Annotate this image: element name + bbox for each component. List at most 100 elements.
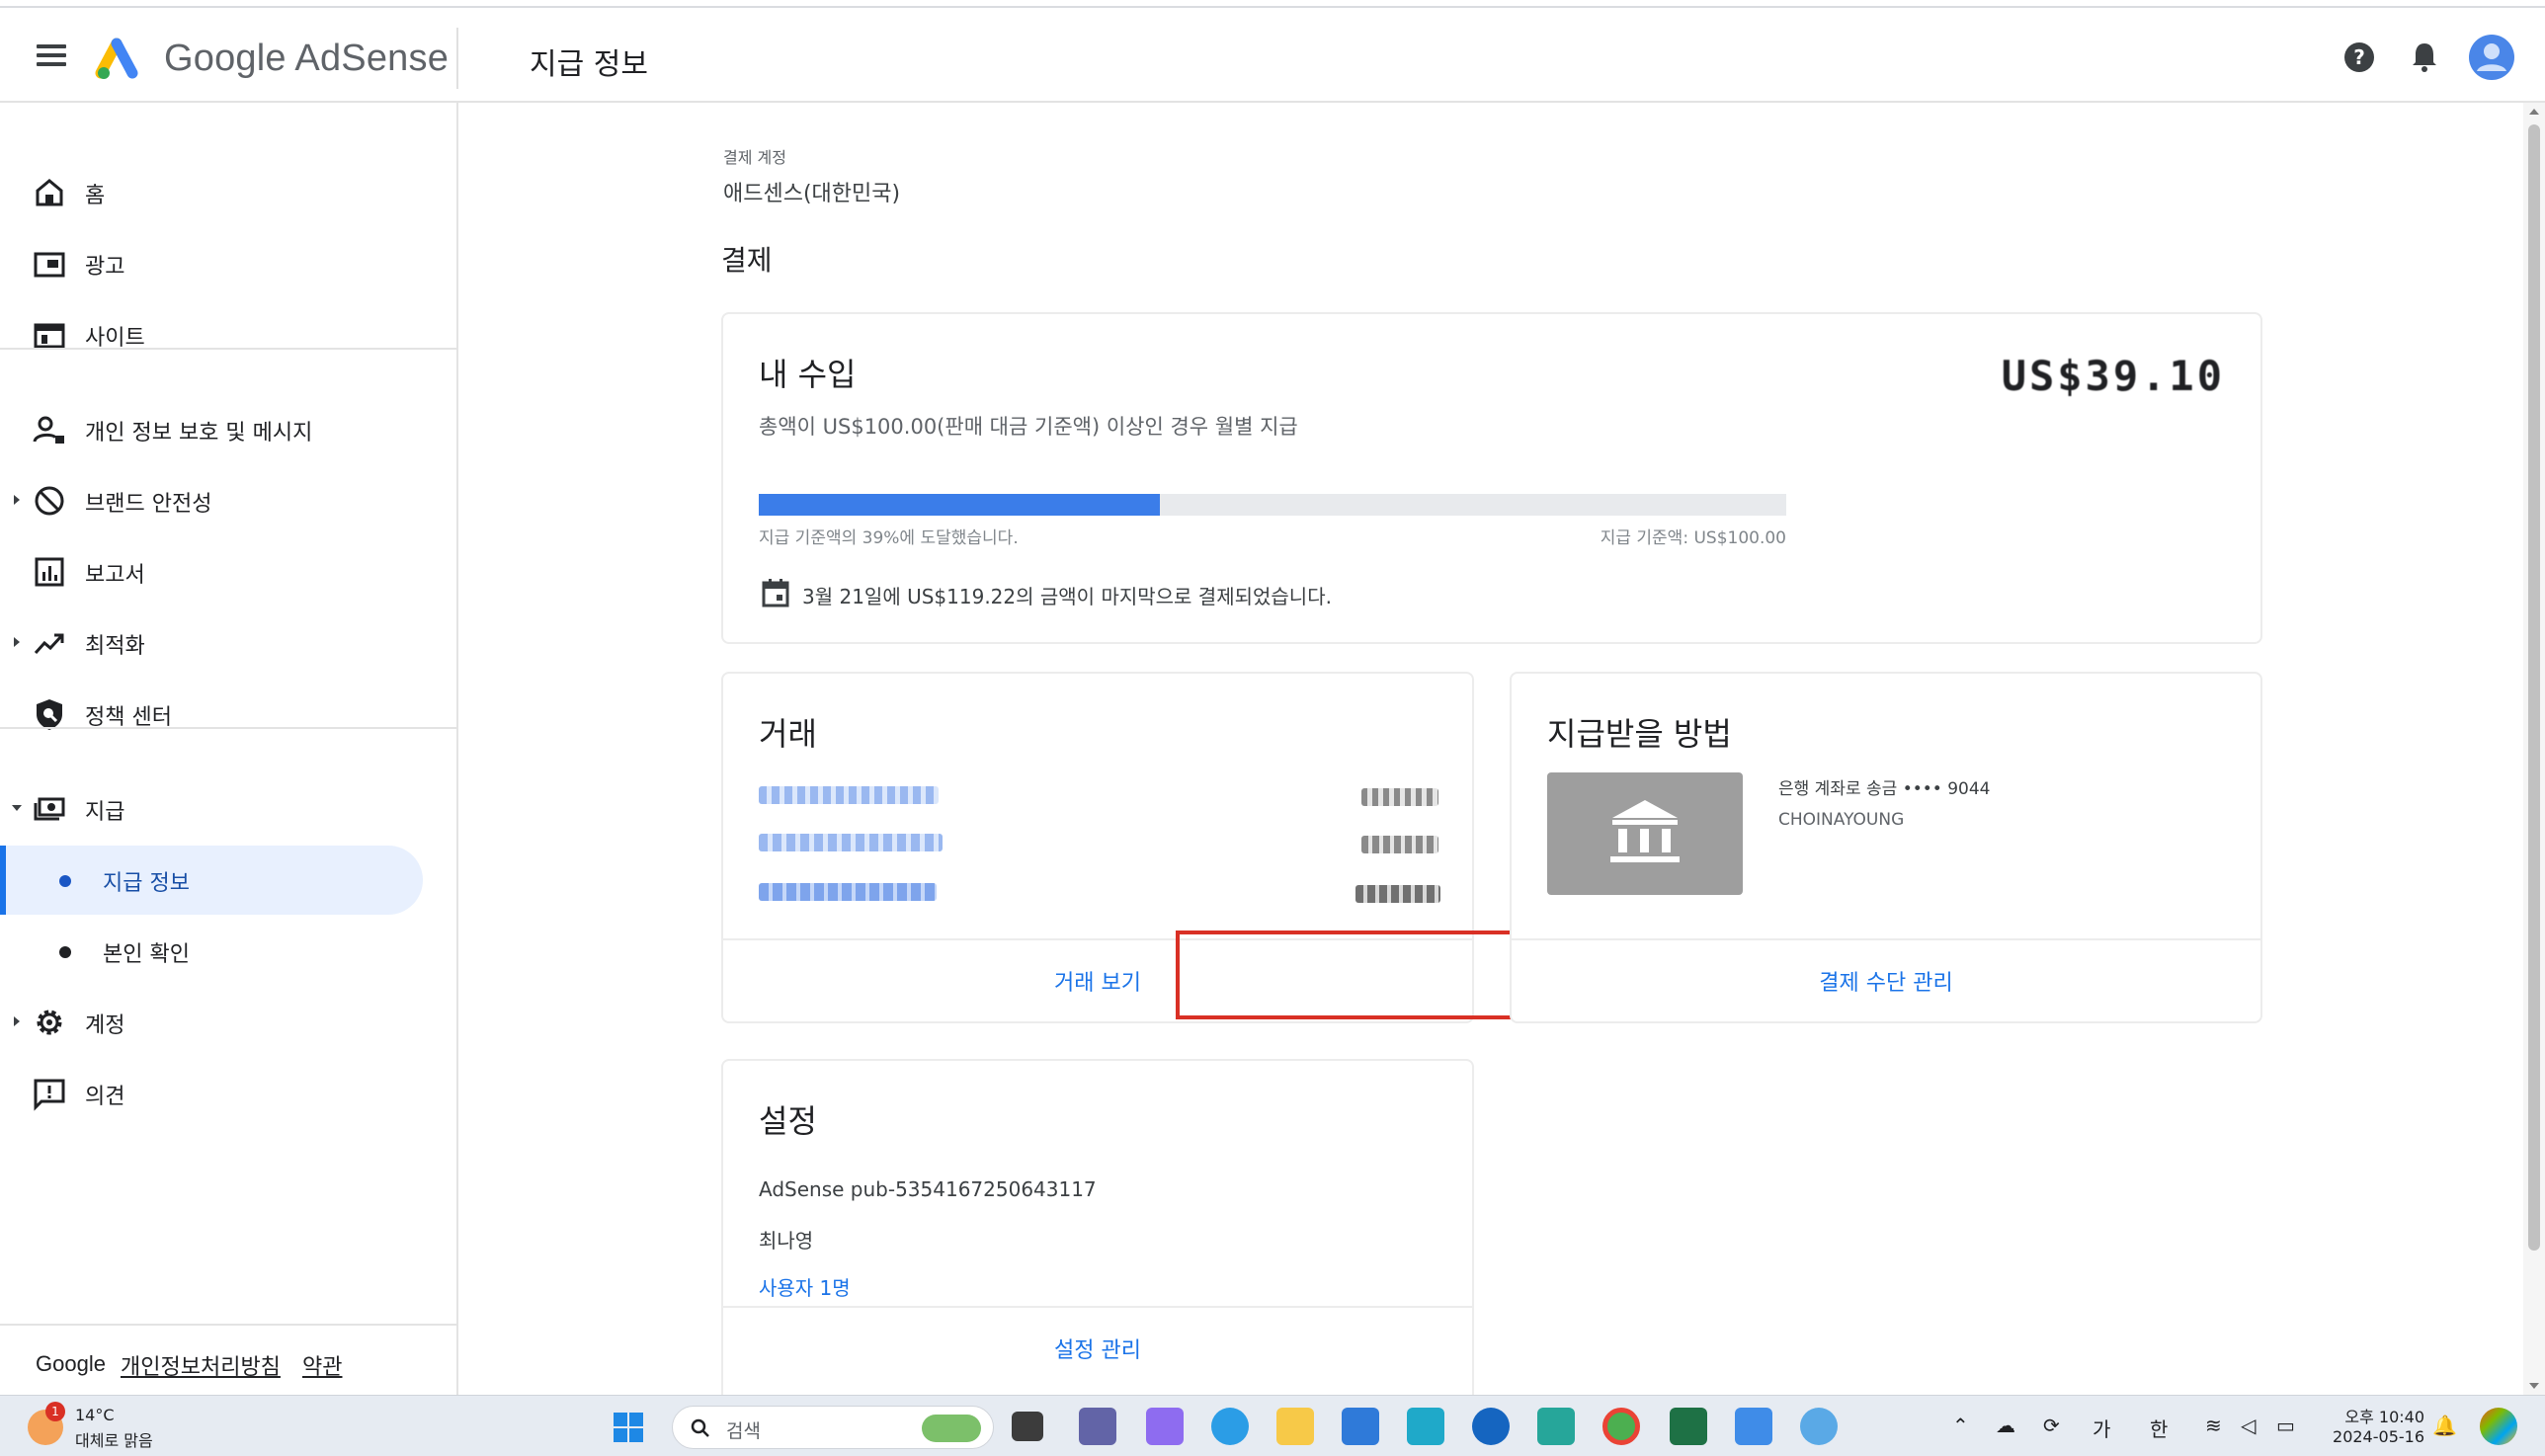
sidebar-divider (0, 727, 456, 729)
notification-bell-icon[interactable]: 🔔 (2432, 1414, 2457, 1437)
wifi-icon[interactable]: ≋ (2205, 1414, 2222, 1437)
sidebar-item-ads[interactable]: 광고 (0, 229, 456, 298)
sidebar-item-feedback[interactable]: 의견 (0, 1059, 456, 1128)
sidebar-item-label: 브랜드 안전성 (85, 492, 212, 517)
earnings-threshold-note: 총액이 US$100.00(판매 대금 기준액) 이상인 경우 월별 지급 (759, 415, 1298, 439)
help-icon[interactable]: ? (2336, 34, 2383, 81)
users-link[interactable]: 사용자 1명 (759, 1272, 851, 1301)
weather-badge: 1 (45, 1402, 65, 1421)
taskbar-search-placeholder: 검색 (726, 1420, 761, 1442)
progress-threshold-text: 지급 기준액: US$100.00 (1600, 528, 1786, 548)
windows-start-icon[interactable] (613, 1412, 644, 1443)
sidebar-item-label: 의견 (85, 1085, 125, 1109)
manage-payment-methods-button[interactable]: 결제 수단 관리 (1512, 938, 2260, 1021)
edge-browser-icon[interactable] (1211, 1408, 1249, 1445)
publisher-id: AdSense pub-5354167250643117 (759, 1177, 1097, 1201)
bell-icon[interactable] (2401, 34, 2448, 81)
sidebar: 홈 광고 사이트 개인 정보 보호 및 메시지 브랜드 안전성 보고서 최적화 … (0, 103, 458, 1395)
expand-caret-icon (14, 495, 20, 505)
threshold-progress-bar (759, 494, 1786, 516)
last-payment-text: 3월 21일에 US$119.22의 금액이 마지막으로 결제되었습니다. (802, 585, 1332, 608)
scroll-up-icon[interactable] (2529, 109, 2539, 115)
bank-transfer-text: 은행 계좌로 송금 •••• 9044 (1778, 779, 1991, 799)
view-transactions-button[interactable]: 거래 보기 (723, 938, 1472, 1021)
payment-method-card: 지급받을 방법 은행 계좌로 송금 •••• 9044 CHOINAYOUNG … (1510, 672, 2262, 1023)
sidebar-item-payments[interactable]: 지급 (0, 774, 456, 844)
sidebar-divider (0, 348, 456, 350)
sidebar-item-label: 개인 정보 보호 및 메시지 (85, 421, 313, 445)
settings-card: 설정 AdSense pub-5354167250643117 최나영 사용자 … (721, 1059, 1474, 1395)
weather-temperature[interactable]: 14°C (75, 1406, 115, 1424)
ime-mode-indicator[interactable]: 한 (2150, 1414, 2168, 1442)
sync-app-icon[interactable] (1407, 1408, 1444, 1445)
weather-description[interactable]: 대체로 맑음 (75, 1427, 153, 1451)
microsoft-store-icon[interactable] (1342, 1408, 1379, 1445)
sidebar-item-brand-safety[interactable]: 브랜드 안전성 (0, 466, 456, 535)
paint-icon[interactable] (1800, 1408, 1838, 1445)
bar-chart-icon (35, 557, 64, 587)
page-scrollbar[interactable] (2523, 103, 2545, 1395)
cloud-sync-icon[interactable]: ☁ (1996, 1414, 2015, 1437)
taskbar-clock-time[interactable]: 오후 10:40 (2326, 1404, 2424, 1427)
sidebar-subitem-identity-verification[interactable]: 본인 확인 (0, 917, 423, 986)
redacted-transaction-row (759, 834, 943, 851)
sidebar-item-label: 계정 (85, 1013, 125, 1038)
chrome-browser-icon[interactable] (1602, 1408, 1640, 1445)
privacy-policy-link[interactable]: 개인정보처리방침 (121, 1349, 281, 1381)
payments-section-title: 결제 (721, 244, 773, 277)
sidebar-item-home[interactable]: 홈 (0, 158, 456, 227)
file-explorer-icon[interactable] (1276, 1408, 1314, 1445)
notepad-icon[interactable] (1735, 1408, 1772, 1445)
hamburger-menu-icon[interactable] (32, 40, 71, 75)
sidebar-item-optimize[interactable]: 최적화 (0, 608, 456, 678)
earnings-card: 내 수입 US$39.10 총액이 US$100.00(판매 대금 기준액) 이… (721, 312, 2262, 644)
sidebar-item-policy-center[interactable]: 정책 센터 (0, 680, 456, 749)
search-icon (691, 1418, 709, 1437)
copilot-icon[interactable] (2480, 1408, 2517, 1445)
sidebar-item-label: 최적화 (85, 634, 145, 659)
ime-language-indicator[interactable]: 가 (2093, 1414, 2110, 1442)
widgets-app-icon[interactable] (1146, 1408, 1184, 1445)
avatar-icon[interactable] (2468, 34, 2515, 81)
volume-icon[interactable]: ◁ (2241, 1414, 2256, 1437)
terms-link[interactable]: 약관 (302, 1349, 342, 1381)
payments-icon (34, 797, 65, 821)
feather-app-icon[interactable] (1537, 1408, 1575, 1445)
redacted-transaction-amount (1361, 788, 1438, 806)
taskbar-clock-date[interactable]: 2024-05-16 (2326, 1427, 2424, 1446)
transactions-title: 거래 (759, 715, 817, 753)
circle-app-icon[interactable] (1472, 1408, 1510, 1445)
threshold-progress-fill (759, 494, 1160, 516)
sidebar-item-privacy[interactable]: 개인 정보 보호 및 메시지 (0, 395, 456, 464)
manage-settings-button[interactable]: 설정 관리 (723, 1306, 1472, 1389)
scroll-down-icon[interactable] (2529, 1383, 2539, 1389)
redacted-transaction-row (759, 786, 939, 804)
home-icon (36, 179, 63, 206)
footer-google-brand: Google (36, 1351, 106, 1376)
earnings-amount: US$39.10 (2001, 352, 2225, 400)
sidebar-item-sites[interactable]: 사이트 (0, 300, 456, 369)
sidebar-item-label: 홈 (85, 184, 106, 208)
scrollbar-thumb[interactable] (2528, 124, 2540, 1251)
refresh-sync-icon[interactable]: ⟳ (2043, 1414, 2060, 1437)
svg-text:?: ? (2353, 45, 2365, 69)
sidebar-item-label: 광고 (85, 255, 125, 280)
sidebar-item-label: 지급 (85, 800, 125, 825)
main-content: 결제 계정 애드센스(대한민국) 결제 내 수입 US$39.10 총액이 US… (458, 103, 2523, 1395)
sidebar-subitem-label: 본인 확인 (103, 942, 190, 967)
excel-icon[interactable] (1670, 1408, 1707, 1445)
gear-icon (37, 1010, 62, 1035)
sidebar-subitem-payment-info[interactable]: 지급 정보 (0, 846, 423, 915)
redacted-transaction-amount (1355, 885, 1440, 903)
bullet-dot-icon (59, 875, 71, 887)
teams-icon[interactable] (1079, 1408, 1116, 1445)
show-hidden-icons-chevron-icon[interactable]: ⌃ (1952, 1414, 1969, 1437)
sidebar-item-account[interactable]: 계정 (0, 988, 456, 1057)
sidebar-item-reports[interactable]: 보고서 (0, 537, 456, 607)
earnings-title: 내 수입 (759, 356, 857, 393)
search-highlight-image-icon (922, 1415, 981, 1442)
taskbar-search-box[interactable]: 검색 (672, 1406, 994, 1449)
battery-icon[interactable]: ▭ (2276, 1414, 2295, 1437)
bank-icon (1547, 772, 1743, 895)
task-view-icon[interactable] (1012, 1412, 1043, 1441)
